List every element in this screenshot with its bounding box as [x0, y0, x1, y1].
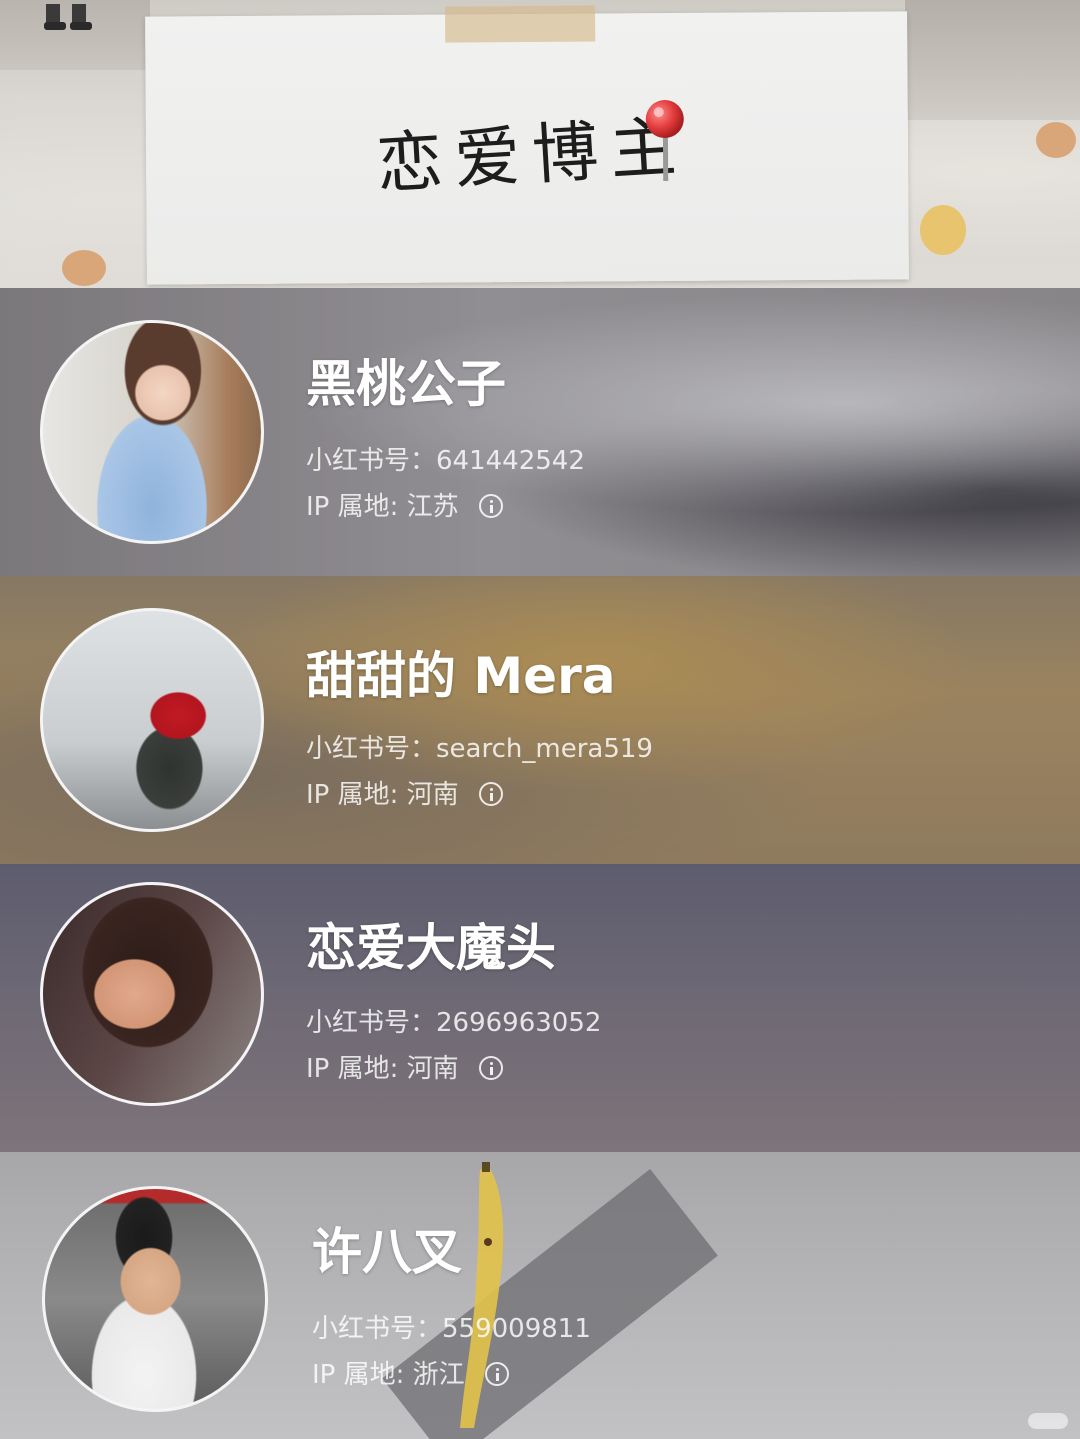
profile-card[interactable]: 恋爱大魔头 小红书号：2696963052 IP 属地: 河南: [0, 864, 1080, 1152]
profile-card[interactable]: 甜甜的 Mera 小红书号：search_mera519 IP 属地: 河南: [0, 576, 1080, 864]
profile-ip-line: IP 属地: 江苏: [306, 486, 503, 523]
ip-value: 江苏: [406, 492, 459, 522]
ip-value: 河南: [406, 780, 459, 810]
ip-value: 浙江: [412, 1360, 465, 1390]
profile-ip-line: IP 属地: 河南: [306, 774, 503, 811]
bear-decor-icon: [920, 205, 966, 255]
avatar[interactable]: [40, 320, 264, 544]
profile-id-line: 小红书号：641442542: [306, 440, 585, 477]
info-icon[interactable]: [484, 1362, 509, 1386]
profile-id-line: 小红书号：search_mera519: [306, 728, 653, 765]
boots-decor-icon: [44, 4, 92, 30]
tape-decor: [445, 5, 596, 43]
profile-name: 甜甜的 Mera: [306, 647, 616, 705]
avatar[interactable]: [40, 882, 264, 1106]
id-value: search_mera519: [436, 734, 653, 764]
profile-card[interactable]: 黑桃公子 小红书号：641442542 IP 属地: 江苏: [0, 288, 1080, 576]
ip-label: IP 属地:: [306, 492, 407, 522]
id-label: 小红书号：: [306, 446, 437, 476]
avatar[interactable]: [40, 608, 264, 832]
profile-ip-line: IP 属地: 河南: [306, 1048, 503, 1085]
id-value: 2696963052: [436, 1008, 602, 1038]
ip-value: 河南: [406, 1054, 459, 1084]
profile-ip-line: IP 属地: 浙江: [312, 1354, 509, 1391]
info-icon[interactable]: [478, 1056, 503, 1080]
ip-label: IP 属地:: [312, 1360, 413, 1390]
id-label: 小红书号：: [306, 734, 437, 764]
pushpin-icon: [645, 100, 684, 182]
info-icon[interactable]: [478, 782, 503, 806]
ip-label: IP 属地:: [306, 780, 407, 810]
avatar[interactable]: [42, 1186, 268, 1412]
profile-id-line: 小红书号：2696963052: [306, 1002, 601, 1039]
header-banner: 恋爱博主: [0, 0, 1080, 288]
profile-name: 许八叉: [312, 1223, 462, 1281]
watermark-badge: [1028, 1413, 1068, 1429]
decor-shelf-right: [905, 0, 1080, 120]
profile-name: 黑桃公子: [306, 355, 506, 413]
bear-decor-icon: [1036, 122, 1076, 158]
info-icon[interactable]: [478, 494, 503, 518]
id-label: 小红书号：: [306, 1008, 437, 1038]
id-value: 641442542: [436, 446, 585, 476]
id-label: 小红书号：: [312, 1314, 443, 1344]
profile-card[interactable]: 许八叉 小红书号：559009811 IP 属地: 浙江: [0, 1152, 1080, 1439]
id-value: 559009811: [442, 1314, 591, 1344]
bear-decor-icon: [62, 250, 106, 286]
banana-decor-icon: [460, 1162, 504, 1428]
profile-id-line: 小红书号：559009811: [312, 1308, 591, 1345]
profile-name: 恋爱大魔头: [306, 919, 556, 977]
sticky-note: 恋爱博主: [145, 5, 909, 285]
ip-label: IP 属地:: [306, 1054, 407, 1084]
